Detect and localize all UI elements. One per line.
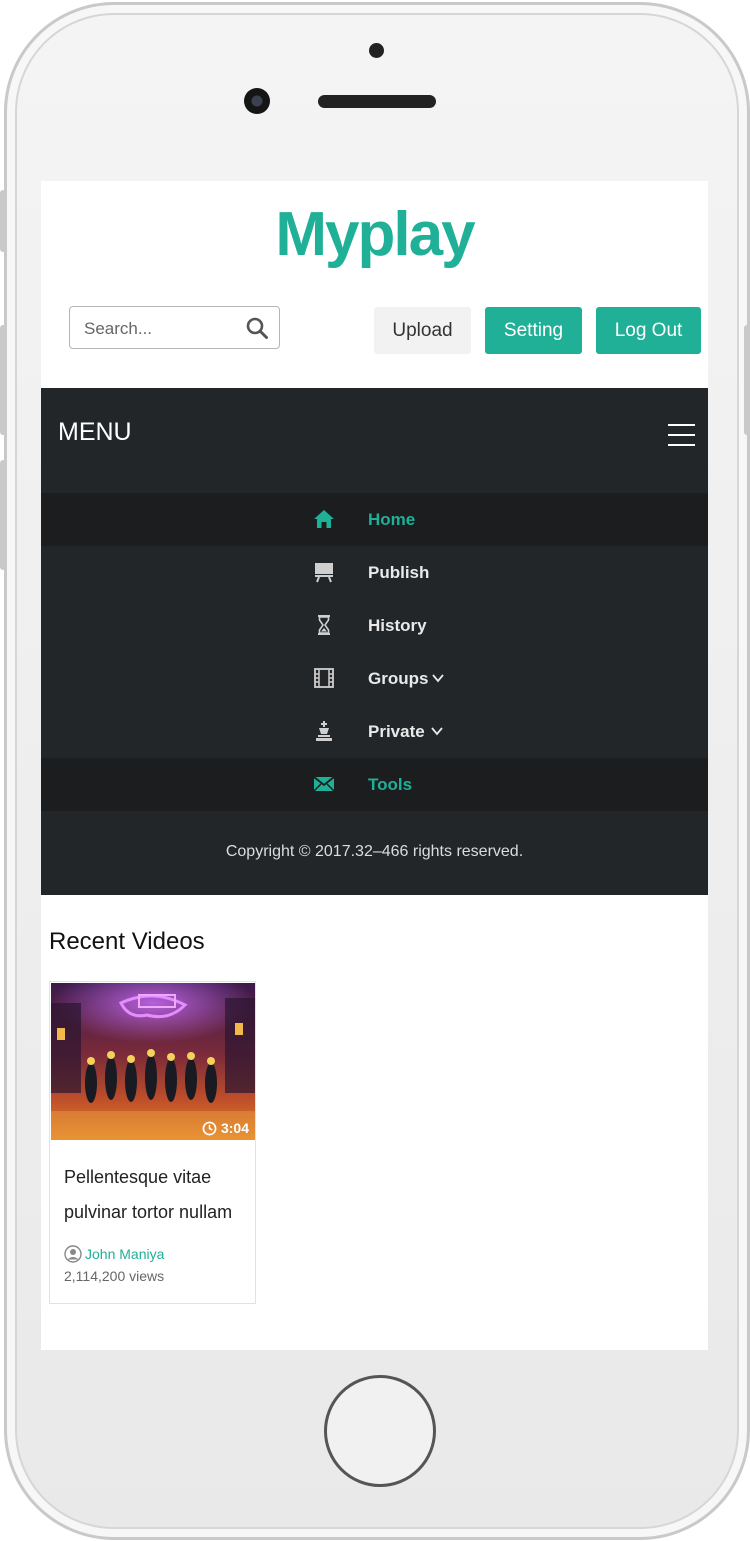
thumbnail-image	[51, 983, 255, 1140]
clock-icon	[202, 1121, 217, 1135]
menu-title: MENU	[58, 418, 132, 446]
volume-up-button	[0, 325, 6, 435]
side-menu: MENU Home Publish History Groups Private…	[41, 388, 708, 895]
power-button	[744, 325, 750, 435]
video-views: 2,114,200 views	[64, 1268, 165, 1284]
section-title: Recent Videos	[49, 928, 205, 955]
author-name[interactable]: John Maniya	[85, 1246, 164, 1262]
chevron-down-icon[interactable]	[431, 671, 445, 685]
duration-text: 3:04	[220, 1120, 249, 1136]
menu-item-label: Private	[368, 722, 425, 741]
menu-item-label: Tools	[368, 775, 413, 794]
search-box[interactable]	[69, 306, 280, 349]
menu-nav: Home Publish History Groups Private Tool…	[41, 493, 708, 811]
menu-item-home[interactable]: Home	[41, 493, 708, 546]
menu-item-label: Home	[368, 510, 416, 529]
front-camera	[244, 88, 270, 114]
search-icon[interactable]	[245, 316, 269, 340]
video-title[interactable]: Pellentesque vitae pulvinar tortor nulla…	[64, 1160, 249, 1230]
home-icon	[314, 510, 334, 528]
menu-item-groups[interactable]: Groups	[41, 652, 708, 705]
user-icon	[64, 1245, 82, 1263]
volume-down-button	[0, 460, 6, 570]
easel-icon	[315, 563, 333, 583]
earpiece-speaker	[318, 95, 436, 108]
hamburger-menu-icon[interactable]	[668, 424, 695, 447]
menu-item-history[interactable]: History	[41, 599, 708, 652]
video-card[interactable]: 3:04 Pellentesque vitae pulvinar tortor …	[49, 981, 256, 1304]
setting-button[interactable]: Setting	[485, 307, 582, 354]
menu-item-label: Groups	[368, 669, 429, 688]
mute-switch	[0, 190, 6, 252]
app-logo[interactable]: Myplay	[41, 199, 708, 270]
film-icon	[314, 668, 334, 688]
chess-king-icon	[316, 721, 332, 741]
logout-button[interactable]: Log Out	[596, 307, 701, 354]
chevron-down-icon[interactable]	[430, 724, 444, 738]
envelope-icon	[313, 776, 335, 792]
video-author[interactable]: John Maniya	[64, 1245, 164, 1263]
menu-item-label: History	[368, 616, 427, 635]
video-duration: 3:04	[202, 1120, 249, 1136]
upload-button[interactable]: Upload	[374, 307, 471, 354]
copyright-text: Copyright © 2017.32–466 rights reserved.	[225, 843, 524, 860]
menu-item-label: Publish	[368, 563, 430, 582]
menu-item-publish[interactable]: Publish	[41, 546, 708, 599]
menu-item-private[interactable]: Private	[41, 705, 708, 758]
screen: Myplay Upload Setting Log Out MENU Home	[41, 181, 708, 1350]
proximity-sensor	[369, 43, 384, 58]
hourglass-icon	[318, 615, 330, 635]
home-button[interactable]	[324, 1375, 436, 1487]
search-input[interactable]	[82, 315, 236, 343]
video-thumbnail[interactable]: 3:04	[51, 983, 255, 1140]
menu-item-tools[interactable]: Tools	[41, 758, 708, 811]
